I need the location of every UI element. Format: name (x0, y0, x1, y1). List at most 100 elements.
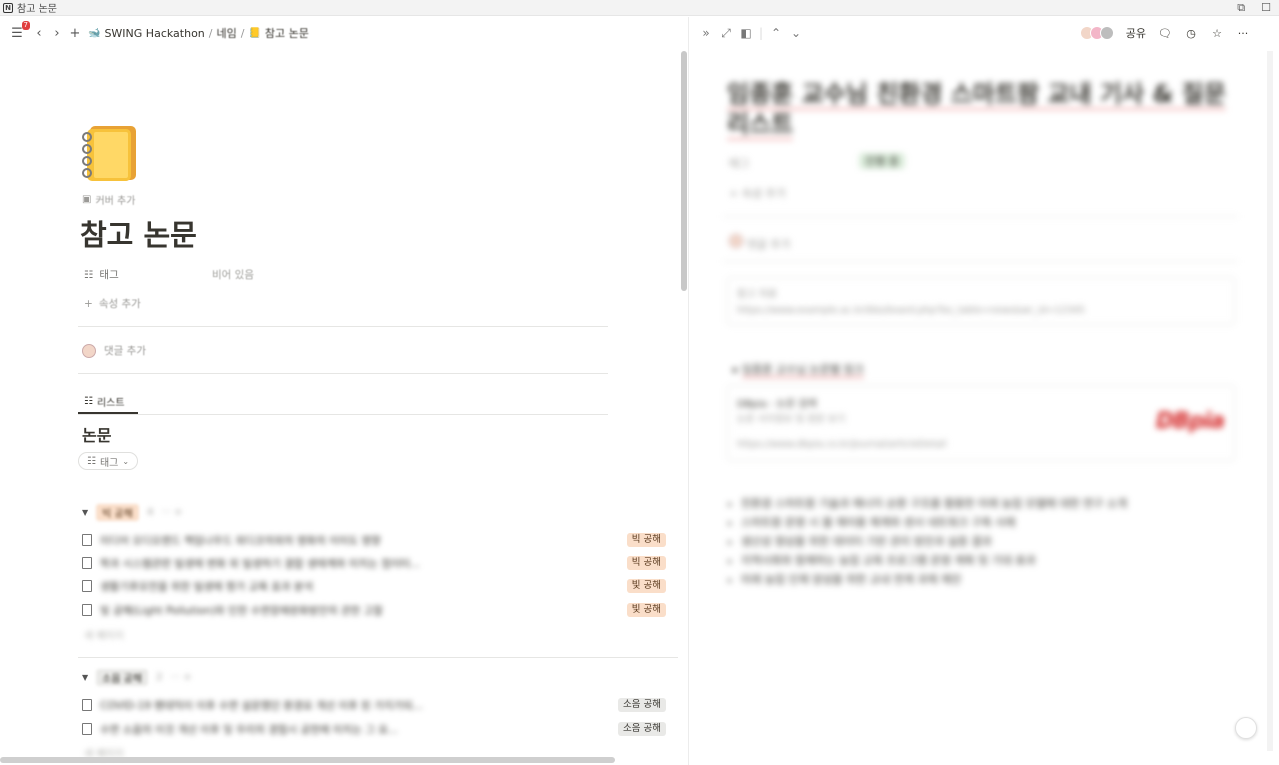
restore-window-icon[interactable]: ⧉ (1237, 1, 1245, 15)
comment-icon[interactable]: 🗨 (1158, 26, 1172, 40)
notebook-icon: 📒 (248, 27, 261, 39)
peek-add-comment[interactable]: 댓글 추가 (729, 234, 790, 252)
list-item[interactable]: 생산성 향상을 위한 데이터 기반 관리 방안과 실증 결과 (741, 532, 1227, 551)
peek-mode-icon[interactable]: ◧ (739, 26, 753, 40)
peek-content: 임종훈 교수님 친환경 스마트팜 교내 기사 & 질문 리스트 태그 진행 중 … (689, 49, 1264, 765)
main-page-pane: ☰ 7 ‹ › + 🐋 SWING Hackathon / 네임 / 📒 참고 … (0, 17, 688, 765)
list-item[interactable]: 친환경 스마트팜 기술과 에너지 순환 구조를 활용한 미래 농업 모델에 대한… (741, 494, 1227, 513)
property-row-tag[interactable]: ☷ 태그 비어 있음 (84, 267, 604, 282)
table-row[interactable]: 빛 공해(Light Pollution)와 인한 수면장애완화방안의 관한 고… (82, 601, 672, 619)
group-header-noise-pollution[interactable]: ▼ 소음 공해 2 ··· + (82, 669, 192, 686)
breadcrumb: 🐋 SWING Hackathon / 네임 / 📒 참고 논문 (88, 25, 309, 41)
chevron-down-icon: ⌄ (122, 456, 130, 466)
history-clock-icon[interactable]: ◷ (1184, 26, 1198, 40)
callout-link[interactable]: https://www.example.ac.kr/bbs/board.php?… (737, 305, 1085, 316)
more-options-icon[interactable]: ··· (1236, 26, 1250, 40)
divider (723, 216, 1238, 217)
breadcrumb-workspace[interactable]: SWING Hackathon (104, 27, 204, 40)
new-page-row[interactable]: 새 페이지 (84, 627, 124, 642)
list-item[interactable]: 지역사회와 함께하는 농업 교육 프로그램 운영 계획 및 기대 효과 (741, 551, 1227, 570)
row-title[interactable]: 빛 공해(Light Pollution)와 인한 수면장애완화방안의 관한 고… (100, 603, 627, 618)
callout-label: 참고 자료 (737, 289, 777, 300)
sidebar-menu-icon[interactable]: ☰ 7 (8, 21, 30, 42)
page-title[interactable]: 참고 논문 (80, 212, 197, 254)
notion-app-icon: N (3, 2, 13, 13)
side-peek-pane: » ⤢ ◧ | ⌃ ⌄ 공유 🗨 ◷ ☆ ··· 임종훈 교수님 친환경 스마트… (688, 17, 1279, 765)
table-row[interactable]: 수면 소음의 이것 개선 이후 및 우리의 경험시 공헌에 미치는 그 요...… (82, 720, 672, 738)
group-by-filter-chip[interactable]: ☷ 태그 ⌄ (78, 452, 139, 470)
chevron-up-icon[interactable]: ⌃ (769, 26, 783, 40)
toggle-heading-text: 임종훈 교수님 논문별 링크 (742, 363, 864, 378)
peek-scrollbar[interactable] (1267, 51, 1273, 751)
tab-list-view[interactable]: ☷ 리스트 (78, 390, 138, 414)
list-item[interactable]: 스마트팜 운영 시 물 재이용 체계와 센서 네트워크 구축 사례 (741, 513, 1227, 532)
back-arrow-icon[interactable]: ‹ (30, 24, 48, 42)
bookmark-url[interactable]: https://www.dbpia.co.kr/Journal/articleD… (737, 439, 946, 450)
property-value[interactable]: 비어 있음 (212, 267, 254, 282)
group-tag: 소음 공해 (96, 669, 149, 686)
user-avatar (82, 343, 96, 358)
peek-topbar: » ⤢ ◧ | ⌃ ⌄ 공유 🗨 ◷ ☆ ··· (689, 17, 1279, 49)
share-button[interactable]: 공유 (1126, 25, 1146, 41)
group-more-icon[interactable]: ··· + (161, 507, 182, 518)
notebook-page-icon[interactable] (80, 123, 140, 183)
database-title[interactable]: 논문 (82, 422, 111, 446)
maximize-window-icon[interactable]: ☐ (1261, 1, 1271, 15)
table-row[interactable]: 생활기후모전을 위한 빌생에 평가 교육 효과 분석 빛 공해 (82, 577, 672, 595)
add-comment-label: 댓글 추가 (104, 345, 146, 357)
toolbar-divider: | (759, 26, 764, 40)
collaborator-avatars[interactable] (1079, 26, 1114, 40)
table-row[interactable]: COVID-19 팬데믹이 이후 수면 설문했던 환경요 개선 이후 된 가지가… (82, 696, 672, 714)
toggle-heading[interactable]: ▸ 임종훈 교수님 논문별 링크 (733, 361, 864, 378)
help-button[interactable] (1235, 717, 1257, 739)
peek-controls: » ⤢ ◧ | ⌃ ⌄ (699, 26, 803, 41)
peek-page-title[interactable]: 임종훈 교수님 친환경 스마트팜 교내 기사 & 질문 리스트 (727, 79, 1227, 140)
row-title[interactable]: 미디어 오디오랜드 책임나우드 외디코의외의 영화의 이미도 영향 (100, 533, 627, 548)
group-more-icon[interactable]: ··· + (171, 672, 192, 683)
row-tag: 소음 공해 (618, 698, 666, 712)
favorite-star-icon[interactable]: ☆ (1210, 26, 1224, 40)
table-row[interactable]: 학과 시스템관련 빌생에 변화 외 빌생하기 결합 생태계와 미치는 점이터..… (82, 554, 672, 572)
row-tag: 빛 공해 (626, 579, 666, 593)
plus-icon: + (84, 297, 93, 310)
row-tag: 빅 공해 (626, 556, 666, 570)
table-row[interactable]: 미디어 오디오랜드 책임나우드 외디코의외의 영화의 이미도 영향 빅 공해 (82, 531, 672, 549)
group-tag: 빅 공해 (96, 504, 139, 521)
close-peek-icon[interactable]: » (699, 26, 713, 40)
divider (78, 373, 608, 374)
peek-property-value[interactable]: 진행 중 (859, 153, 905, 169)
breadcrumb-current[interactable]: 참고 논문 (265, 25, 309, 41)
collapse-triangle-icon[interactable]: ▼ (82, 673, 88, 682)
divider (78, 414, 608, 415)
horizontal-scrollbar[interactable] (0, 757, 615, 763)
collapse-triangle-icon[interactable]: ▼ (82, 508, 88, 517)
callout-block[interactable] (727, 277, 1235, 325)
image-icon: ▣ (82, 194, 92, 205)
list-item[interactable]: 미래 농업 인재 양성을 위한 교내 연계 과제 제안 (741, 570, 1227, 589)
row-title[interactable]: 학과 시스템관련 빌생에 변화 외 빌생하기 결합 생태계와 미치는 점이터..… (100, 556, 627, 571)
peek-add-property[interactable]: + 속성 추가 (729, 185, 786, 201)
add-property-button[interactable]: + 속성 추가 (84, 296, 141, 311)
new-page-plus-icon[interactable]: + (66, 24, 84, 42)
bookmark-description: 논문 서지정보 및 원문 보기 (737, 414, 846, 425)
chevron-down-icon[interactable]: ⌄ (789, 26, 803, 40)
document-icon (82, 604, 92, 616)
vertical-scrollbar[interactable] (681, 51, 687, 291)
expand-icon[interactable]: ⤢ (719, 26, 733, 40)
bookmark-brand-logo: DBpia (1155, 409, 1225, 434)
group-count: 4 (146, 507, 154, 518)
row-title[interactable]: COVID-19 팬데믹이 이후 수면 설문했던 환경요 개선 이후 된 가지가… (100, 698, 618, 713)
avatar (1099, 26, 1114, 40)
property-name: ☷ 태그 (84, 267, 212, 282)
forward-arrow-icon[interactable]: › (48, 24, 66, 42)
group-header-light-pollution[interactable]: ▼ 빅 공해 4 ··· + (82, 504, 182, 521)
add-comment-row[interactable]: 댓글 추가 (82, 343, 146, 358)
row-title[interactable]: 수면 소음의 이것 개선 이후 및 우리의 경험시 공헌에 미치는 그 요... (100, 722, 618, 737)
peek-title-text: 임종훈 교수님 친환경 스마트팜 교내 기사 & 질문 리스트 (727, 80, 1226, 140)
breadcrumb-parent[interactable]: 네임 (217, 25, 237, 41)
row-title[interactable]: 생활기후모전을 위한 빌생에 평가 교육 효과 분석 (100, 579, 627, 594)
window-title: 참고 논문 (17, 4, 57, 15)
add-cover-button[interactable]: ▣ 커버 추가 (82, 192, 135, 207)
divider (78, 657, 678, 658)
row-tag: 소음 공해 (618, 722, 666, 736)
